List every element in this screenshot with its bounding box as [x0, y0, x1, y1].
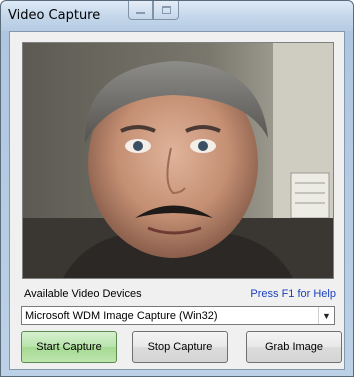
help-hint-text: Press F1 for Help — [250, 288, 336, 300]
minimize-button[interactable] — [128, 1, 153, 20]
client-area: Available Video Devices Press F1 for Hel… — [9, 31, 345, 370]
stop-capture-button[interactable]: Stop Capture — [132, 331, 228, 363]
selected-device-value: Microsoft WDM Image Capture (Win32) — [25, 309, 218, 322]
maximize-icon — [161, 6, 171, 14]
start-capture-button[interactable]: Start Capture — [21, 331, 117, 363]
video-preview — [22, 42, 334, 279]
video-device-dropdown[interactable]: Microsoft WDM Image Capture (Win32) ▼ — [21, 306, 335, 325]
title-bar[interactable]: Video Capture — [1, 1, 353, 31]
minimize-icon — [136, 12, 145, 14]
grab-image-button[interactable]: Grab Image — [246, 331, 342, 363]
maximize-button[interactable] — [153, 1, 179, 20]
window-title: Video Capture — [8, 8, 101, 23]
webcam-preview-image — [23, 43, 333, 278]
video-capture-window: Video Capture Available Video Devices Pr… — [0, 0, 354, 377]
dropdown-arrow-icon[interactable]: ▼ — [318, 307, 334, 324]
available-devices-label: Available Video Devices — [24, 288, 142, 300]
